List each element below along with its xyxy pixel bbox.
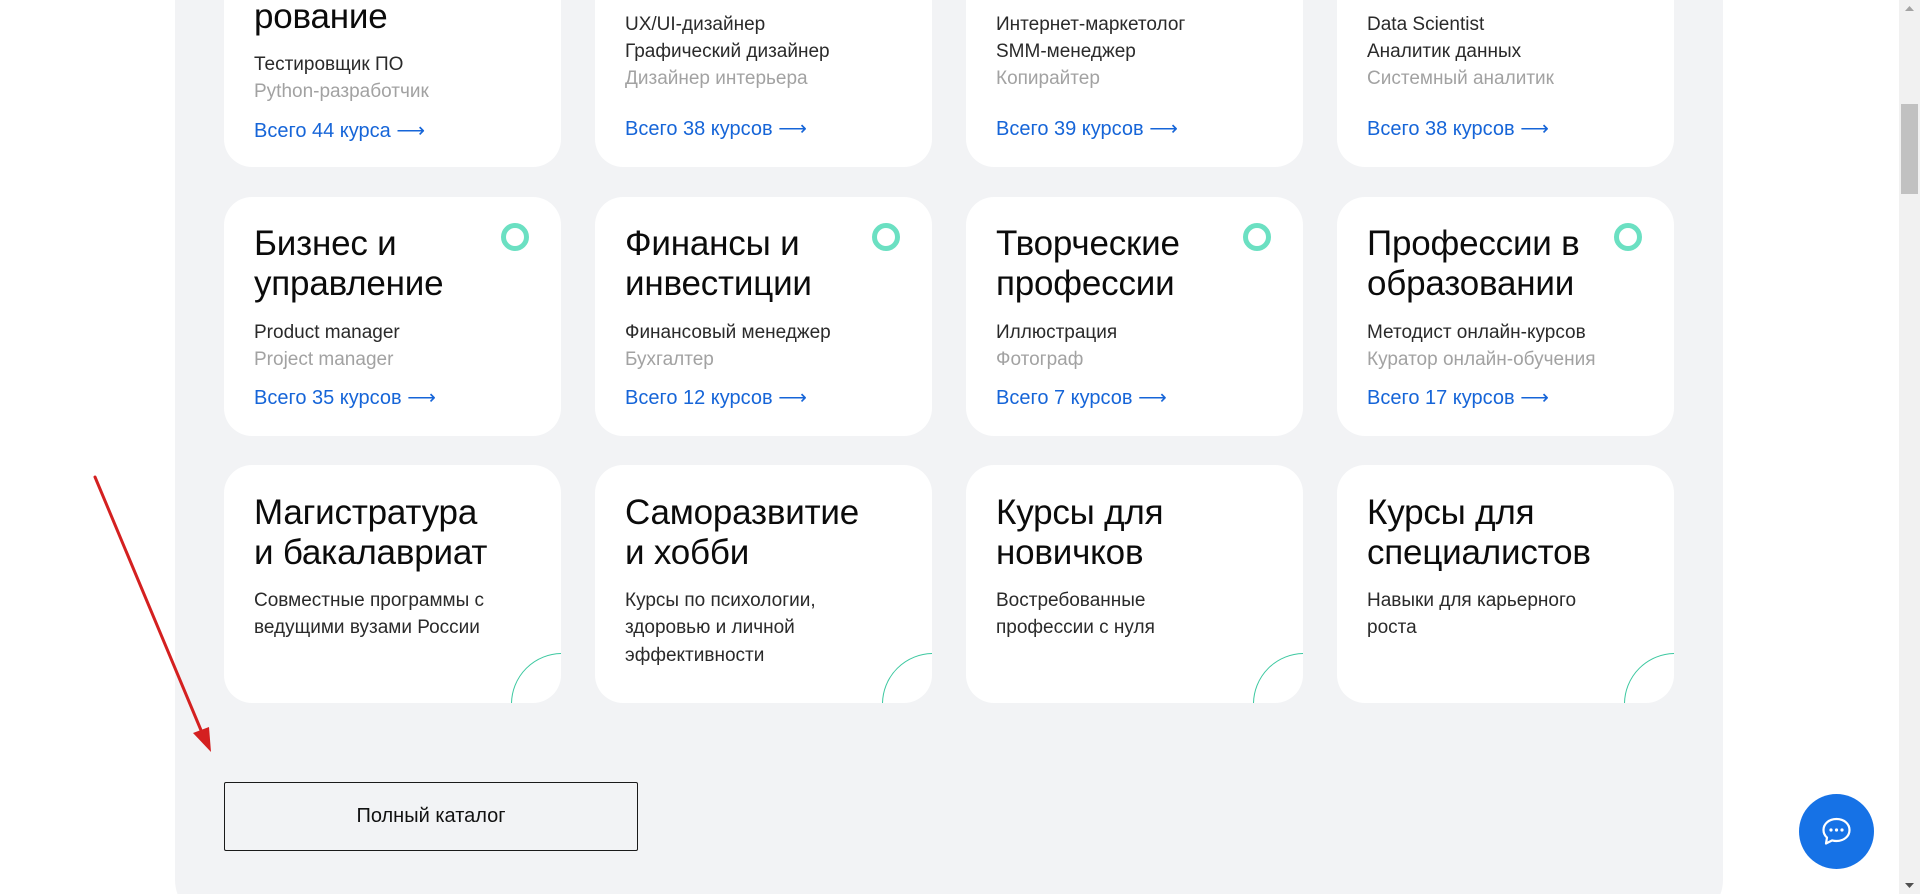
card-title: и бакалавриат [254,533,488,572]
card-item: Графический дизайнер [625,41,830,62]
card-item: Финансовый менеджер [625,322,831,343]
category-card-marketing[interactable]: Интернет-маркетолог SMM-менеджер Копирай… [966,0,1303,167]
category-card-education[interactable]: Профессии в образовании Методист онлайн-… [1337,197,1674,436]
card-item: UX/UI-дизайнер [625,14,766,35]
card-item: Иллюстрация [996,322,1118,343]
all-courses-link[interactable]: Всего 44 курса ⟶ [254,118,425,144]
card-description-line: эффективности [625,645,765,666]
card-title: и хобби [625,533,750,572]
card-title: образовании [1367,264,1575,303]
category-card-specialists[interactable]: Курсы для специалистов Навыки для карьер… [1337,465,1674,703]
card-description-line: ведущими вузами России [254,617,480,638]
card-item: Data Scientist [1367,14,1485,35]
card-item: Project manager [254,349,394,370]
card-title: Творческие [996,224,1180,263]
category-card-finance[interactable]: Финансы и инвестиции Финансовый менеджер… [595,197,932,436]
card-item: Аналитик данных [1367,41,1522,62]
card-title: рование [254,0,388,36]
page-viewport: рование Тестировщик ПО Python-разработчи… [0,0,1920,894]
all-courses-link[interactable]: Всего 17 курсов ⟶ [1367,385,1549,411]
category-card-creative[interactable]: Творческие профессии Иллюстрация Фотогра… [966,197,1303,436]
card-title: Профессии в [1367,224,1580,263]
all-courses-link[interactable]: Всего 7 курсов ⟶ [996,385,1167,411]
card-title: Финансы и [625,224,800,263]
card-title: новичков [996,533,1144,572]
scroll-down-arrow-icon[interactable] [1899,877,1920,894]
card-item: Копирайтер [996,68,1100,89]
all-courses-link[interactable]: Всего 39 курсов ⟶ [996,116,1178,142]
ring-icon [1614,223,1642,251]
card-item: Куратор онлайн-обучения [1367,349,1596,370]
card-description-line: профессии с нуля [996,617,1155,638]
category-card-testing[interactable]: рование Тестировщик ПО Python-разработчи… [224,0,561,167]
card-title: профессии [996,264,1175,303]
card-title: Саморазвитие [625,493,860,532]
category-card-degrees[interactable]: Магистратура и бакалавриат Совместные пр… [224,465,561,703]
scrollbar-thumb[interactable] [1901,104,1918,194]
card-item: Дизайнер интерьера [625,68,808,89]
card-title: Курсы для [996,493,1164,532]
ring-icon [872,223,900,251]
full-catalog-button[interactable]: Полный каталог [224,782,638,851]
scroll-up-arrow-icon[interactable] [1899,0,1920,17]
card-item: SMM-менеджер [996,41,1136,62]
page-scrollbar[interactable] [1899,0,1920,894]
card-item: Фотограф [996,349,1084,370]
chat-button[interactable] [1799,794,1874,869]
card-title: Бизнес и [254,224,397,263]
all-courses-link[interactable]: Всего 12 курсов ⟶ [625,385,807,411]
card-title: специалистов [1367,533,1591,572]
card-title: инвестиции [625,264,812,303]
all-courses-link[interactable]: Всего 38 курсов ⟶ [625,116,807,142]
category-card-design[interactable]: UX/UI-дизайнер Графический дизайнер Диза… [595,0,932,167]
card-title: Магистратура [254,493,478,532]
card-item: Системный аналитик [1367,68,1554,89]
category-card-beginners[interactable]: Курсы для новичков Востребованные профес… [966,465,1303,703]
chat-bubble-icon [1822,817,1851,845]
card-item: Методист онлайн-курсов [1367,322,1586,343]
card-title: Курсы для [1367,493,1535,532]
category-card-selfdev[interactable]: Саморазвитие и хобби Курсы по психологии… [595,465,932,703]
card-description-line: Востребованные [996,590,1146,611]
ring-icon [1243,223,1271,251]
arc-decoration [1624,653,1674,703]
arc-decoration [1253,653,1303,703]
card-description-line: Курсы по психологии, [625,590,816,611]
arc-decoration [511,653,561,703]
card-description-line: здоровью и личной [625,617,795,638]
category-card-business[interactable]: Бизнес и управление Product manager Proj… [224,197,561,436]
category-card-data[interactable]: Data Scientist Аналитик данных Системный… [1337,0,1674,167]
card-item: Тестировщик ПО [254,54,404,75]
card-description-line: Совместные программы с [254,590,485,611]
all-courses-link[interactable]: Всего 35 курсов ⟶ [254,385,436,411]
all-courses-link[interactable]: Всего 38 курсов ⟶ [1367,116,1549,142]
card-description-line: Навыки для карьерного [1367,590,1577,611]
card-title: управление [254,264,444,303]
card-item: Python-разработчик [254,81,429,102]
card-item: Product manager [254,322,400,343]
ring-icon [501,223,529,251]
card-item: Бухгалтер [625,349,714,370]
card-item: Интернет-маркетолог [996,14,1186,35]
card-description-line: роста [1367,617,1417,638]
